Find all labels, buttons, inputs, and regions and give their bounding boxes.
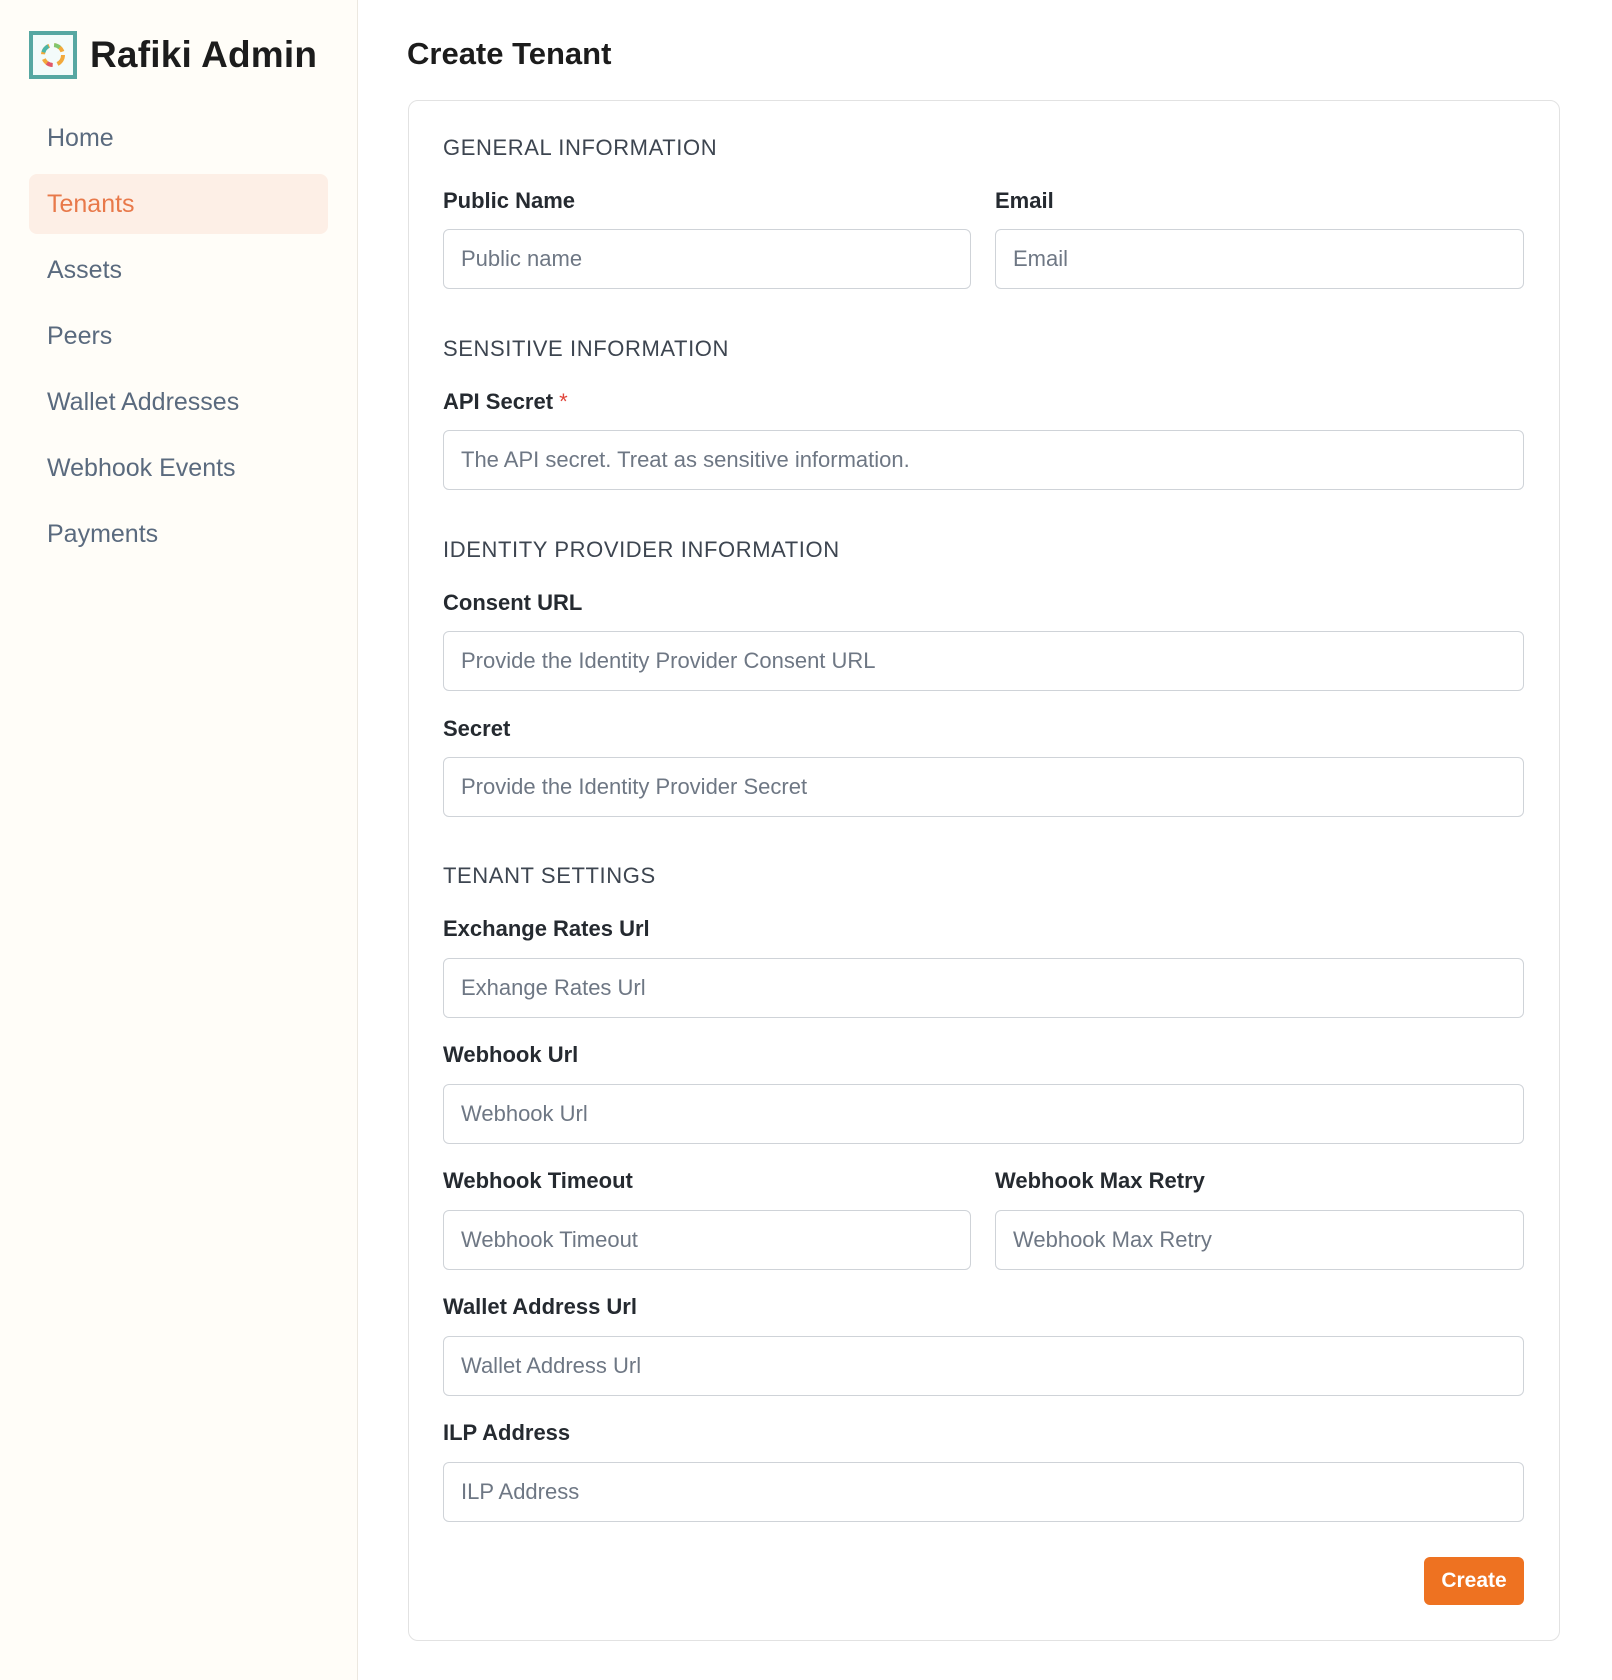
sidebar-item-label: Home xyxy=(47,123,114,152)
public-name-input[interactable] xyxy=(443,229,971,289)
ilp-address-input[interactable] xyxy=(443,1462,1524,1522)
create-tenant-form: GENERAL INFORMATION Public Name Email SE… xyxy=(408,100,1560,1641)
sidebar-item-label: Wallet Addresses xyxy=(47,387,240,416)
consent-url-input[interactable] xyxy=(443,631,1524,691)
sidebar-item-wallet-addresses[interactable]: Wallet Addresses xyxy=(29,372,328,432)
exchange-rates-url-label: Exchange Rates Url xyxy=(443,916,650,941)
email-input[interactable] xyxy=(995,229,1524,289)
section-heading-general: GENERAL INFORMATION xyxy=(443,135,718,160)
sidebar-item-peers[interactable]: Peers xyxy=(29,306,328,366)
main-content: Create Tenant GENERAL INFORMATION Public… xyxy=(358,0,1612,1680)
webhook-max-retry-label: Webhook Max Retry xyxy=(995,1168,1205,1193)
idp-secret-input[interactable] xyxy=(443,757,1524,817)
page-title: Create Tenant xyxy=(407,36,612,71)
webhook-timeout-input[interactable] xyxy=(443,1210,971,1270)
webhook-url-label: Webhook Url xyxy=(443,1042,579,1067)
sidebar-item-label: Payments xyxy=(47,519,159,548)
sidebar-item-label: Assets xyxy=(47,255,123,284)
logo-ring-icon xyxy=(41,43,65,67)
webhook-url-input[interactable] xyxy=(443,1084,1524,1144)
sidebar: Rafiki Admin Home Tenants Assets Peers W… xyxy=(0,0,358,1680)
sidebar-nav: Home Tenants Assets Peers Wallet Address… xyxy=(29,108,328,570)
section-heading-tenant-settings: TENANT SETTINGS xyxy=(443,863,656,888)
required-asterisk: * xyxy=(559,389,568,414)
exchange-rates-url-input[interactable] xyxy=(443,958,1524,1018)
email-label: Email xyxy=(995,188,1054,213)
api-secret-input[interactable] xyxy=(443,430,1524,490)
app-title: Rafiki Admin xyxy=(90,34,318,75)
sidebar-item-label: Peers xyxy=(47,321,113,350)
sidebar-item-label: Tenants xyxy=(47,189,135,218)
section-heading-identity-provider: IDENTITY PROVIDER INFORMATION xyxy=(443,537,840,562)
consent-url-label: Consent URL xyxy=(443,590,583,615)
wallet-address-url-input[interactable] xyxy=(443,1336,1524,1396)
sidebar-item-home[interactable]: Home xyxy=(29,108,328,168)
sidebar-item-tenants[interactable]: Tenants xyxy=(29,174,328,234)
public-name-label: Public Name xyxy=(443,188,576,213)
api-secret-label-text: API Secret xyxy=(443,389,554,414)
create-button[interactable]: Create xyxy=(1424,1557,1524,1605)
api-secret-label: API Secret * xyxy=(443,389,568,415)
sidebar-item-webhook-events[interactable]: Webhook Events xyxy=(29,438,328,498)
sidebar-item-payments[interactable]: Payments xyxy=(29,504,328,564)
webhook-timeout-label: Webhook Timeout xyxy=(443,1168,633,1193)
webhook-max-retry-input[interactable] xyxy=(995,1210,1524,1270)
sidebar-item-label: Webhook Events xyxy=(47,453,236,482)
wallet-address-url-label: Wallet Address Url xyxy=(443,1294,637,1319)
section-heading-sensitive: SENSITIVE INFORMATION xyxy=(443,336,729,361)
ilp-address-label: ILP Address xyxy=(443,1420,571,1445)
sidebar-item-assets[interactable]: Assets xyxy=(29,240,328,300)
brand[interactable]: Rafiki Admin xyxy=(29,31,317,79)
rafiki-logo-icon xyxy=(29,31,77,79)
idp-secret-label: Secret xyxy=(443,716,511,741)
